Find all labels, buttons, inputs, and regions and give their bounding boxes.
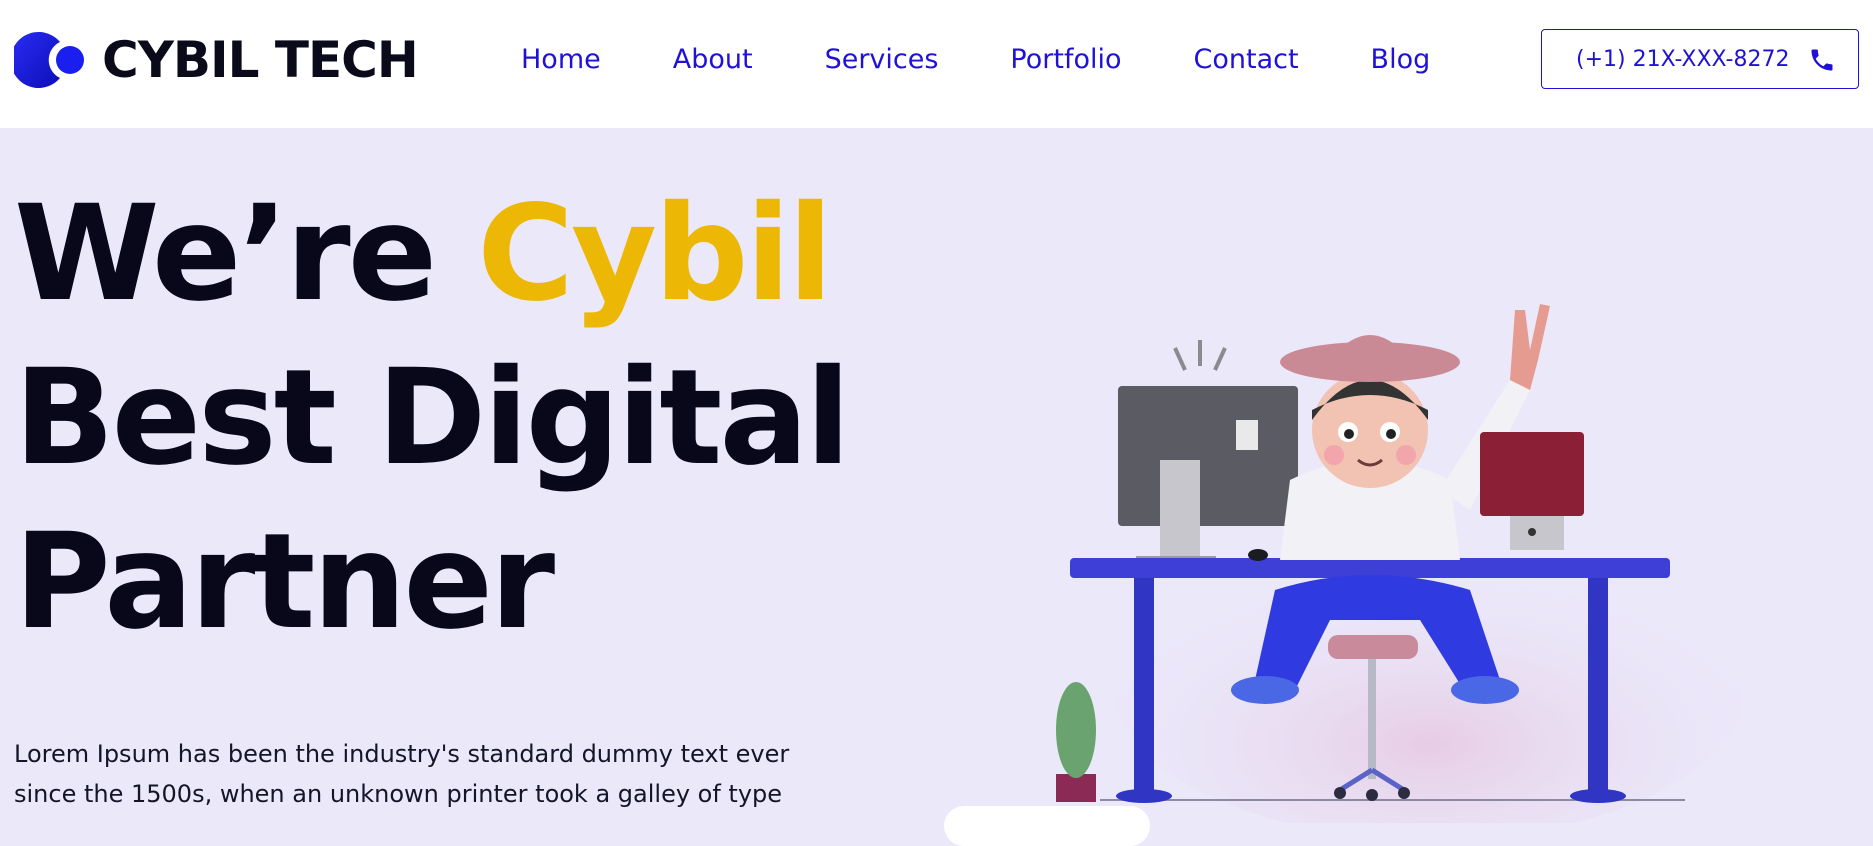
nav-about[interactable]: About <box>673 38 753 82</box>
brand-logo[interactable]: CYBIL TECH <box>14 28 419 92</box>
developer-at-desk-illustration <box>1056 304 1740 823</box>
hero-title: We’re Cybil Best Digital Partner <box>14 172 851 664</box>
main-nav: Home About Services Portfolio Contact Bl… <box>521 38 1502 82</box>
phone-icon <box>1811 49 1833 71</box>
scroll-indicator[interactable] <box>944 806 1150 846</box>
hero-title-prefix: We’re <box>14 177 478 331</box>
nav-home[interactable]: Home <box>521 38 601 82</box>
logo-icon <box>14 32 84 88</box>
brand-name: CYBIL TECH <box>102 31 419 89</box>
hero-description: Lorem Ipsum has been the industry's stan… <box>14 740 790 808</box>
hero-title-highlight: Cybil <box>477 177 833 331</box>
phone-number: (+1) 21X-XXX-8272 <box>1576 46 1790 72</box>
nav-contact[interactable]: Contact <box>1194 38 1299 82</box>
phone-button[interactable]: (+1) 21X-XXX-8272 <box>1541 29 1859 89</box>
hero-title-line-3: Partner <box>14 505 555 659</box>
hero-title-line-1: We’re Cybil <box>14 172 848 336</box>
nav-portfolio[interactable]: Portfolio <box>1010 38 1121 82</box>
site-header: CYBIL TECH Home About Services Portfolio… <box>0 0 1873 128</box>
nav-blog[interactable]: Blog <box>1371 38 1431 82</box>
nav-services[interactable]: Services <box>825 38 939 82</box>
hero-title-line-2: Best Digital <box>14 341 851 495</box>
